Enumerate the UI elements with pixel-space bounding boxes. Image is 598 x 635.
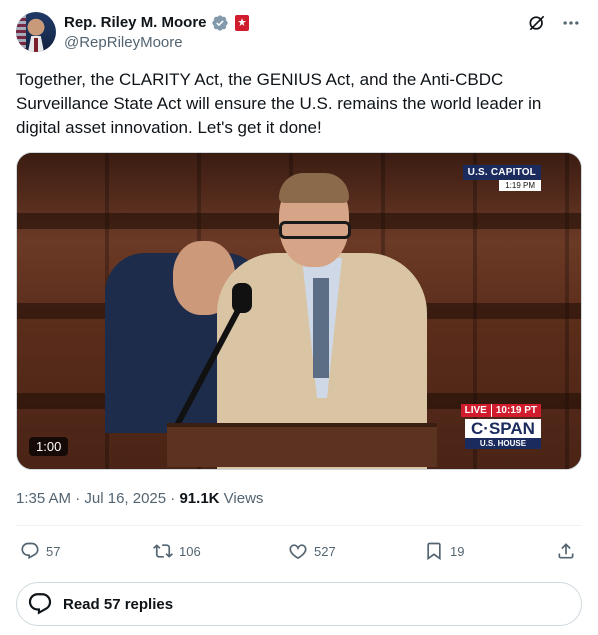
podium [167,423,437,467]
capitol-label: U.S. CAPITOL [462,165,541,180]
author-name[interactable]: Rep. Riley M. Moore [64,13,207,33]
cspan-logo: C·SPAN [465,419,541,438]
repost-count: 106 [179,543,201,559]
views-label: Views [223,490,264,507]
speaker-tie [313,278,329,378]
cspan-sublabel: U.S. HOUSE [465,438,541,449]
tweet-text: Together, the CLARITY Act, the GENIUS Ac… [16,70,547,137]
heart-icon [289,544,307,560]
like-count: 527 [314,543,336,559]
video-player[interactable]: U.S. CAPITOL 1:19 PM LIVE 10:19 PT C·SPA… [16,152,582,470]
capitol-time: 1:19 PM [499,180,541,191]
speaker-glasses [279,221,351,239]
read-replies-button[interactable]: Read 57 replies [16,582,582,626]
bookmark-icon [427,542,441,561]
government-badge-icon [234,15,249,31]
read-replies-label: Read 57 replies [63,595,174,613]
views-count[interactable]: 91.1K [179,490,219,507]
share-icon [558,543,574,559]
divider [16,525,582,526]
reply-count: 57 [46,543,61,559]
share-button[interactable] [556,541,576,561]
author-name-row[interactable]: Rep. Riley M. Moore [64,13,249,33]
reply-icon [21,542,39,560]
live-label: LIVE [460,404,491,417]
video-duration: 1:00 [29,437,69,456]
more-options-icon[interactable] [560,12,582,34]
tweet-header-actions [526,12,582,34]
grok-icon[interactable] [526,12,548,34]
repost-icon [153,544,173,558]
action-bar: 57 106 527 19 [16,536,582,566]
meta-separator: · [75,490,85,507]
avatar-tie [34,38,38,52]
repost-button[interactable]: 106 [153,541,201,561]
tweet-meta: 1:35 AM · Jul 16, 2025 · 91.1K Views [16,489,263,509]
bookmark-button[interactable]: 19 [424,541,464,561]
like-button[interactable]: 527 [288,541,336,561]
reply-bubble-icon [28,593,52,615]
speaker-hair [279,173,349,203]
tweet-time[interactable]: 1:35 AM [16,490,71,507]
verified-icon [211,15,228,31]
bookmark-count: 19 [450,543,465,559]
avatar[interactable] [16,12,56,52]
tweet-date[interactable]: Jul 16, 2025 [84,490,166,507]
live-badge: LIVE 10:19 PT [460,404,541,417]
author-handle[interactable]: @RepRileyMoore [64,33,183,53]
live-time: 10:19 PT [490,404,541,417]
avatar-flag [16,12,26,52]
reply-button[interactable]: 57 [20,541,60,561]
